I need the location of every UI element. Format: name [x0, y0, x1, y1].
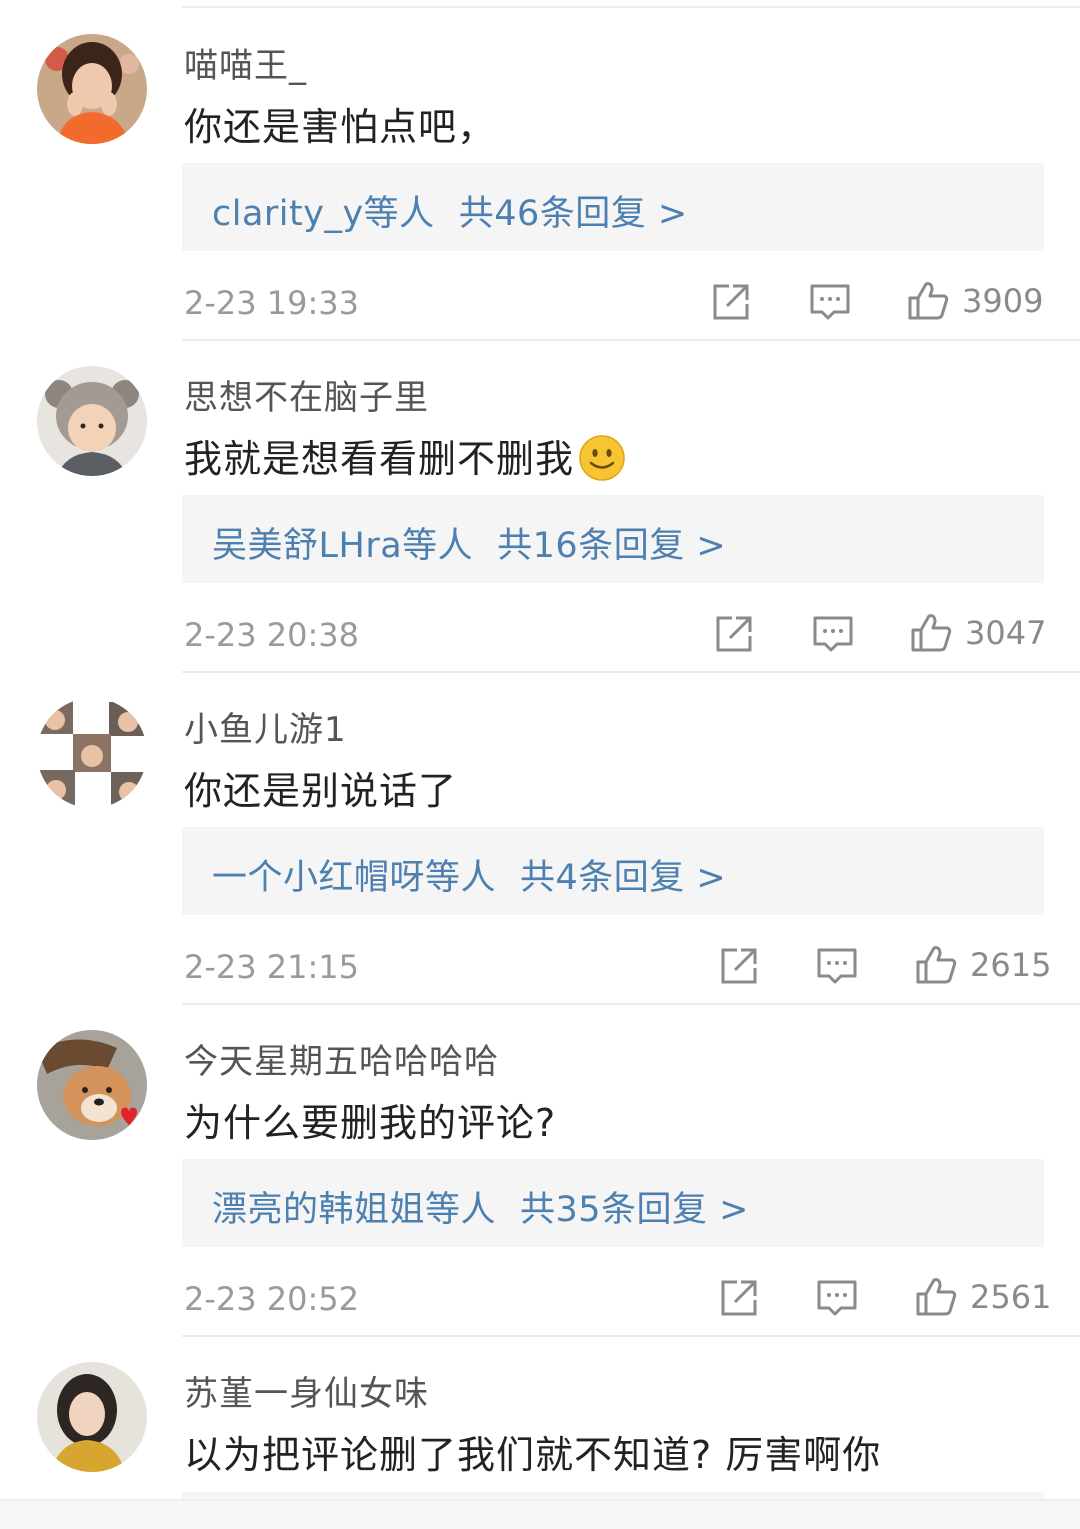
reply-comment-button[interactable]	[815, 944, 859, 988]
comment-icon	[817, 1280, 857, 1316]
comment-meta-row: 2-23 20:38 3047	[0, 608, 1080, 664]
reply-count: 共35条回复 >	[520, 1190, 750, 1230]
comment-timestamp: 2-23 19:33	[184, 284, 360, 322]
replies-summary[interactable]: 一个小红帽呀等人 共4条回复 >	[212, 849, 726, 900]
avatar-collage-icon	[37, 698, 147, 808]
comment-username[interactable]: 小鱼儿游1	[184, 702, 347, 751]
reply-comment-button[interactable]	[808, 280, 852, 324]
reply-users: 漂亮的韩姐姐等人	[212, 1190, 497, 1230]
replies-summary[interactable]: clarity_y等人 共46条回复 >	[212, 185, 688, 236]
replies-box[interactable]: 漂亮的韩姐姐等人 共35条回复 >	[182, 1159, 1044, 1247]
avatar-dog-icon	[37, 1030, 147, 1140]
avatar[interactable]	[37, 1362, 147, 1472]
like-count: 3909	[962, 282, 1044, 320]
comment-text: 以为把评论删了我们就不知道? 厉害啊你	[184, 1433, 882, 1477]
thumbs-up-icon	[908, 282, 949, 320]
like-button[interactable]: 2615	[914, 940, 1054, 992]
thumbs-up-icon	[911, 614, 952, 652]
avatar-girl-icon	[37, 34, 147, 144]
smile-emoji-icon	[579, 435, 625, 481]
comment-username[interactable]: 苏堇一身仙女味	[184, 1366, 429, 1415]
reply-comment-button[interactable]	[811, 612, 855, 656]
share-button[interactable]	[712, 612, 756, 656]
comment-icon	[817, 948, 857, 984]
like-count: 3047	[965, 614, 1047, 652]
avatar-woman-icon	[37, 1362, 147, 1472]
thumbs-up-icon	[916, 946, 957, 984]
reply-users: 吴美舒LHra等人	[212, 526, 474, 566]
comment-timestamp: 2-23 20:52	[184, 1280, 360, 1318]
comment-text: 为什么要删我的评论?	[184, 1101, 557, 1145]
share-icon	[721, 948, 757, 984]
comment-username[interactable]: 今天星期五哈哈哈哈	[184, 1034, 499, 1083]
share-button[interactable]	[709, 280, 753, 324]
comment-item: 小鱼儿游1 你还是别说话了 一个小红帽呀等人 共4条回复 > 2-23 21:15…	[0, 672, 1080, 1005]
like-button[interactable]: 3047	[909, 608, 1049, 660]
avatar[interactable]	[37, 366, 147, 476]
avatar[interactable]	[37, 1030, 147, 1140]
comment-username[interactable]: 思想不在脑子里	[184, 370, 429, 419]
share-icon	[713, 284, 749, 320]
comment-meta-row: 2-23 19:33 3909	[0, 276, 1080, 332]
avatar[interactable]	[37, 698, 147, 808]
comment-text-content: 我就是想看看删不删我	[184, 437, 575, 481]
replies-summary[interactable]: 吴美舒LHra等人 共16条回复 >	[212, 517, 726, 568]
reply-count: 共16条回复 >	[497, 526, 727, 566]
replies-box[interactable]: 吴美舒LHra等人 共16条回复 >	[182, 495, 1044, 583]
comment-item: 苏堇一身仙女味 以为把评论删了我们就不知道? 厉害啊你	[0, 1336, 1080, 1506]
comment-text: 你还是害怕点吧，	[184, 105, 497, 149]
share-icon	[716, 616, 752, 652]
comment-username[interactable]: 喵喵王_	[184, 38, 307, 87]
reply-users: 一个小红帽呀等人	[212, 858, 497, 898]
like-button[interactable]: 3909	[906, 276, 1046, 328]
like-button[interactable]: 2561	[914, 1272, 1054, 1324]
comment-timestamp: 2-23 21:15	[184, 948, 360, 986]
replies-summary[interactable]: 漂亮的韩姐姐等人 共35条回复 >	[212, 1181, 749, 1232]
share-button[interactable]	[717, 1276, 761, 1320]
reply-comment-button[interactable]	[815, 1276, 859, 1320]
reply-users: clarity_y等人	[212, 194, 435, 234]
reply-count: 共4条回复 >	[520, 858, 727, 898]
comment-meta-row: 2-23 20:52 2561	[0, 1272, 1080, 1328]
share-icon	[721, 1280, 757, 1316]
like-count: 2561	[970, 1278, 1052, 1316]
comment-item: 思想不在脑子里 我就是想看看删不删我 吴美舒LHra等人 共16条回复 > 2-2…	[0, 340, 1080, 673]
comment-meta-row: 2-23 21:15 2615	[0, 940, 1080, 996]
thumbs-up-icon	[916, 1278, 957, 1316]
like-count: 2615	[970, 946, 1052, 984]
avatar-child-bear-hat-icon	[37, 366, 147, 476]
bottom-bar	[0, 1499, 1080, 1529]
reply-count: 共46条回复 >	[458, 194, 688, 234]
comment-item: 今天星期五哈哈哈哈 为什么要删我的评论? 漂亮的韩姐姐等人 共35条回复 > 2-…	[0, 1004, 1080, 1337]
replies-box[interactable]: clarity_y等人 共46条回复 >	[182, 163, 1044, 251]
avatar[interactable]	[37, 34, 147, 144]
comment-icon	[810, 284, 850, 320]
comment-text: 我就是想看看删不删我	[184, 428, 626, 483]
replies-box[interactable]: 一个小红帽呀等人 共4条回复 >	[182, 827, 1044, 915]
share-button[interactable]	[717, 944, 761, 988]
comment-text: 你还是别说话了	[184, 769, 458, 813]
comment-timestamp: 2-23 20:38	[184, 616, 360, 654]
comment-icon	[813, 616, 853, 652]
comment-item: 喵喵王_ 你还是害怕点吧， clarity_y等人 共46条回复 > 2-23 1…	[0, 8, 1080, 341]
